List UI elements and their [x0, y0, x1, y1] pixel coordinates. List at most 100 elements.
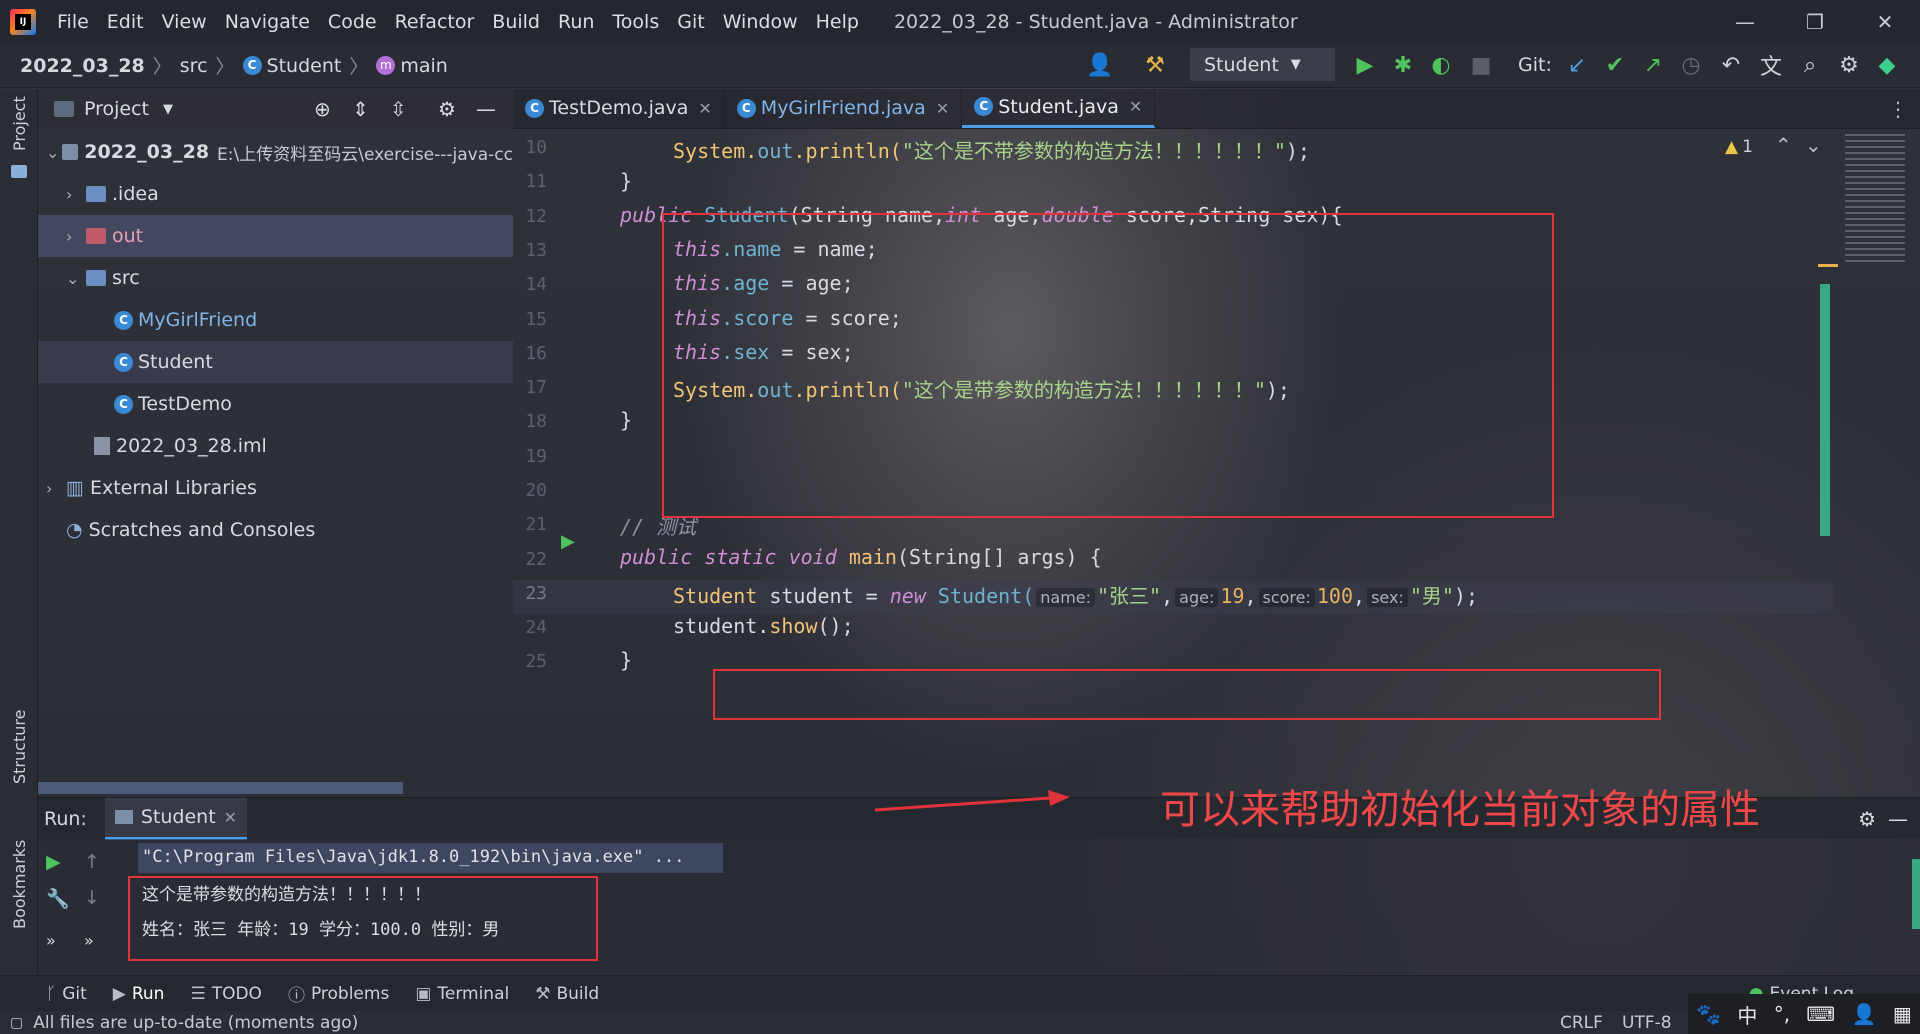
chinese-mode-icon[interactable]: 中	[1737, 1000, 1757, 1029]
run-icon[interactable]: ▶	[1350, 50, 1380, 80]
run-tab-student[interactable]: Student ✕	[104, 797, 248, 840]
minimize-icon[interactable]: —	[1710, 0, 1780, 44]
menu-code[interactable]: Code	[319, 11, 386, 33]
tree-root[interactable]: ⌄ 2022_03_28 E:\上传资料至码云\exercise---java-…	[38, 131, 513, 173]
run-gutter-icon[interactable]: ▶	[561, 531, 575, 552]
menu-edit[interactable]: Edit	[98, 11, 153, 33]
more-tabs-icon[interactable]: ⋮	[1888, 97, 1908, 121]
restore-icon[interactable]: ❐	[1780, 0, 1850, 44]
more-icon[interactable]: »	[84, 931, 94, 950]
menu-view[interactable]: View	[153, 11, 216, 33]
console-scrollbar[interactable]	[1912, 859, 1920, 929]
gear-icon[interactable]: ⚙	[1858, 807, 1876, 831]
tool-tab-problems[interactable]: ⓘ Problems	[288, 981, 389, 1007]
breadcrumb-src[interactable]: src	[180, 55, 208, 77]
debug-icon[interactable]: ✱	[1388, 50, 1418, 80]
close-tab-icon[interactable]: ✕	[698, 99, 711, 118]
bookmarks-tool-tab[interactable]: Bookmarks	[10, 840, 29, 929]
chevron-down-icon[interactable]: ▼	[163, 102, 173, 117]
editor-scrollbar[interactable]	[1820, 284, 1830, 536]
history-icon[interactable]: ◷	[1676, 50, 1706, 80]
tool-tab-run[interactable]: ▶ Run	[113, 984, 165, 1004]
line-separator[interactable]: CRLF	[1560, 1013, 1603, 1033]
breadcrumb-method[interactable]: main	[400, 55, 447, 77]
grid-icon[interactable]: ▦	[1893, 1002, 1912, 1026]
menu-tools[interactable]: Tools	[603, 11, 668, 33]
chevron-up-icon[interactable]: ⌃	[1775, 133, 1792, 157]
plugin-icon[interactable]: ◆	[1872, 50, 1902, 80]
hide-panel-icon[interactable]: —	[1888, 807, 1908, 831]
warning-icon[interactable]: ▲ 1	[1725, 137, 1753, 157]
search-icon[interactable]: ⌕	[1795, 50, 1825, 80]
menu-window[interactable]: Window	[714, 11, 807, 33]
code-minimap[interactable]	[1835, 129, 1920, 749]
rerun-icon[interactable]: ▶	[46, 851, 61, 873]
tree-item-idea[interactable]: › .idea	[38, 173, 513, 215]
chevron-down-icon[interactable]: ⌄	[1805, 133, 1822, 157]
run-config-select[interactable]: Student ▼	[1190, 48, 1335, 81]
tree-item-out[interactable]: › out	[38, 215, 513, 257]
horizontal-scrollbar[interactable]	[38, 782, 403, 794]
arrow-down-icon[interactable]: ↓	[84, 887, 100, 909]
build-hammer-icon[interactable]: ⚒	[1140, 50, 1170, 80]
structure-tool-tab[interactable]: Structure	[10, 710, 29, 784]
close-tab-icon[interactable]: ✕	[224, 808, 237, 827]
punctuation-icon[interactable]: °,	[1774, 1002, 1790, 1026]
settings-gear-icon[interactable]: ⚙	[1834, 50, 1864, 80]
code-line-18[interactable]: }	[620, 408, 632, 432]
keyboard-icon[interactable]: ⌨	[1806, 1002, 1835, 1026]
tree-item-testdemo[interactable]: C TestDemo	[38, 383, 513, 425]
hide-panel-icon[interactable]: —	[476, 97, 496, 121]
tab-student[interactable]: C Student.java ✕	[962, 88, 1156, 128]
tree-item-scratches[interactable]: ◔ Scratches and Consoles	[38, 509, 513, 551]
collapse-all-icon[interactable]: ⇳	[390, 97, 407, 121]
code-line-22[interactable]: public static void main(String[] args) {	[620, 545, 1102, 569]
locate-icon[interactable]: ⊕	[314, 97, 331, 121]
rollback-icon[interactable]: ↶	[1716, 50, 1746, 80]
tool-tab-todo[interactable]: ☰ TODO	[190, 984, 262, 1004]
menu-file[interactable]: File	[48, 11, 98, 33]
gear-icon[interactable]: ⚙	[438, 97, 456, 121]
menu-refactor[interactable]: Refactor	[386, 11, 484, 33]
code-line-25[interactable]: }	[620, 648, 632, 672]
tab-mygirlfriend[interactable]: C MyGirlFriend.java ✕	[725, 88, 963, 128]
breadcrumb-class[interactable]: Student	[267, 55, 342, 77]
git-update-icon[interactable]: ↙	[1562, 50, 1592, 80]
breadcrumb-project[interactable]: 2022_03_28	[20, 55, 145, 77]
user-icon[interactable]: 👤	[1085, 50, 1115, 80]
tree-item-src[interactable]: ⌄ src	[38, 257, 513, 299]
menu-build[interactable]: Build	[483, 11, 549, 33]
menu-help[interactable]: Help	[807, 11, 868, 33]
expand-all-icon[interactable]: ⇕	[352, 97, 369, 121]
menu-navigate[interactable]: Navigate	[216, 11, 319, 33]
menu-git[interactable]: Git	[668, 11, 713, 33]
paw-icon[interactable]: 🐾	[1696, 1002, 1721, 1026]
tree-item-mygirlfriend[interactable]: C MyGirlFriend	[38, 299, 513, 341]
tree-item-iml[interactable]: 2022_03_28.iml	[38, 425, 513, 467]
menu-run[interactable]: Run	[549, 11, 603, 33]
stop-icon[interactable]: ■	[1466, 50, 1496, 80]
project-tool-tab[interactable]: Project	[10, 96, 29, 151]
git-commit-icon[interactable]: ✔	[1600, 50, 1630, 80]
tab-testdemo[interactable]: C TestDemo.java ✕	[513, 88, 725, 128]
code-line-10[interactable]: System.out.println("这个是不带参数的构造方法！！！！！！")…	[673, 135, 1310, 164]
tool-tab-git[interactable]: ᚴ Git	[46, 984, 87, 1004]
close-tab-icon[interactable]: ✕	[1129, 97, 1142, 116]
tool-tab-terminal[interactable]: ▣ Terminal	[415, 984, 509, 1004]
file-encoding[interactable]: UTF-8	[1622, 1013, 1672, 1033]
close-tab-icon[interactable]: ✕	[936, 99, 949, 118]
project-panel-title[interactable]: Project	[84, 98, 149, 120]
git-push-icon[interactable]: ↗	[1638, 50, 1668, 80]
code-line-24[interactable]: student.show();	[673, 614, 854, 638]
more-icon[interactable]: »	[46, 931, 56, 950]
tree-item-external-libraries[interactable]: › ▥ External Libraries	[38, 467, 513, 509]
translate-icon[interactable]: 文	[1756, 50, 1786, 80]
coverage-icon[interactable]: ◐	[1426, 50, 1456, 80]
close-window-icon[interactable]: ✕	[1850, 0, 1920, 44]
code-line-11[interactable]: }	[620, 169, 632, 193]
tree-item-student[interactable]: C Student	[38, 341, 513, 383]
user-icon[interactable]: 👤	[1852, 1002, 1877, 1026]
tool-tab-build[interactable]: ⚒ Build	[535, 984, 599, 1004]
layout-icon[interactable]: ▢	[10, 1015, 23, 1031]
arrow-up-icon[interactable]: ↑	[84, 851, 100, 873]
